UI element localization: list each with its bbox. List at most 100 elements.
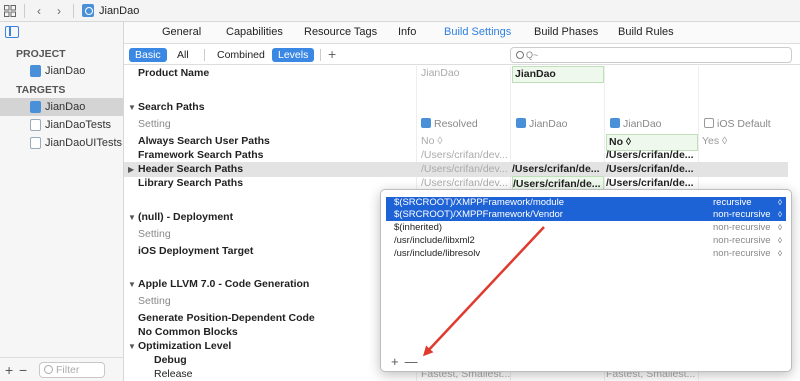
setting-column-header: Setting [138,228,171,240]
all-button[interactable]: All [171,48,195,62]
path-row[interactable]: /usr/include/libxml2 non-recursive ◊ [386,235,786,247]
target-value[interactable]: /Users/crifan/de... [512,162,604,177]
targets-header: TARGETS [16,84,66,96]
default-column-header: iOS Default [717,118,771,130]
popover-footer: + — [391,354,418,369]
divider [73,3,74,18]
tab-general[interactable]: General [162,26,201,38]
section-title: Search Paths [138,101,205,113]
section-title: Apple LLVM 7.0 - Code Generation [138,278,310,290]
add-path-button[interactable]: + [391,354,399,369]
stepper-icon[interactable]: ◊ [778,209,782,221]
project-header: PROJECT [16,48,66,60]
disclosure-triangle-icon[interactable]: ▼ [128,339,136,354]
recursion-mode[interactable]: non-recursive [713,222,771,234]
stepper-icon[interactable]: ◊ [778,197,782,209]
remove-target-button[interactable]: − [19,362,33,378]
stepper-icon[interactable]: ◊ [778,248,782,260]
sidebar-item-target-tests[interactable]: JianDaoTests [0,116,123,134]
project-file-icon [82,4,94,17]
setting-name: Header Search Paths [138,163,244,175]
sidebar-footer: + − Filter [0,357,123,381]
combined-button[interactable]: Combined [211,48,271,62]
sidebar-item-target-app[interactable]: JianDao [0,98,123,116]
default-icon [704,118,714,128]
settings-search-field[interactable]: Q~ [510,47,792,63]
project-value[interactable]: /Users/crifan/de... [606,162,698,177]
project-value[interactable]: /Users/crifan/de... [606,148,698,163]
remove-path-button[interactable]: — [405,354,418,369]
stepper-icon[interactable]: ◊ [778,222,782,234]
setting-name: iOS Deployment Target [138,245,254,257]
setting-row-framework-search[interactable]: Framework Search Paths /Users/crifan/dev… [124,148,788,163]
sidebar-item-target-uitests[interactable]: JianDaoUITests [0,134,123,152]
tab-build-phases[interactable]: Build Phases [534,26,598,38]
sidebar-item-label: JianDao [45,65,86,77]
setting-column-header: Setting [138,118,171,130]
setting-name: Debug [154,354,187,366]
filter-field[interactable]: Filter [39,361,105,378]
levels-button[interactable]: Levels [272,48,315,62]
target-value[interactable]: JianDao [512,66,604,83]
path-value[interactable]: /usr/include/libresolv [394,248,480,260]
setting-row-always-search[interactable]: Always Search User Paths No ◊ No ◊ Yes ◊ [124,134,788,151]
recursion-mode[interactable]: recursive [713,197,752,209]
app-icon [30,65,41,77]
section-title: (null) - Deployment [138,211,234,223]
resolved-value: /Users/crifan/dev... [421,149,508,161]
jump-bar-title[interactable]: JianDao [99,5,139,17]
setting-row-header-search[interactable]: ▶ Header Search Paths /Users/crifan/dev.… [124,162,788,177]
tab-resource-tags[interactable]: Resource Tags [304,26,377,38]
test-bundle-icon [30,119,41,131]
setting-name: Release [154,368,193,380]
resolved-value: No ◊ [421,135,443,147]
app-icon [30,101,41,113]
chevron-left-icon[interactable]: ‹ [29,1,49,21]
disclosure-triangle-icon[interactable]: ▶ [128,162,134,177]
recursion-mode[interactable]: non-recursive [713,248,771,260]
tab-build-rules[interactable]: Build Rules [618,26,674,38]
column-header-row: Setting Resolved JianDao JianDao iOS Def… [124,117,788,132]
chevron-right-icon[interactable]: › [49,1,69,21]
setting-name: Generate Position-Dependent Code [138,312,315,324]
section-search-paths[interactable]: ▼ Search Paths [124,100,788,115]
divider [320,49,321,61]
add-target-button[interactable]: + [5,362,19,378]
target-column-header: JianDao [529,118,568,130]
path-value[interactable]: $(SRCROOT)/XMPPFramework/module [394,197,564,209]
recursion-mode[interactable]: non-recursive [713,235,771,247]
resolved-value: JianDao [421,67,460,79]
disclosure-triangle-icon[interactable]: ▼ [128,277,136,292]
setting-name: Library Search Paths [138,177,244,189]
search-paths-editor-popover: $(SRCROOT)/XMPPFramework/module recursiv… [380,189,792,372]
path-value[interactable]: /usr/include/libxml2 [394,235,475,247]
tab-capabilities[interactable]: Capabilities [226,26,283,38]
setting-name: Product Name [138,67,210,79]
sidebar-item-project[interactable]: JianDao [0,62,123,80]
sidebar-toggle-icon[interactable] [5,26,19,38]
basic-button[interactable]: Basic [129,48,167,62]
path-value[interactable]: $(inherited) [394,222,442,234]
recursion-mode[interactable]: non-recursive [713,209,771,221]
setting-row-product-name[interactable]: Product Name JianDao JianDao [124,66,788,83]
disclosure-triangle-icon[interactable]: ▼ [128,100,136,115]
setting-column-header: Setting [138,295,171,307]
search-placeholder: Q~ [526,50,539,60]
resolved-icon [421,118,431,128]
tab-build-settings[interactable]: Build Settings [444,26,511,38]
grid-icon[interactable] [0,1,20,21]
path-row[interactable]: $(SRCROOT)/XMPPFramework/module recursiv… [386,197,786,209]
setting-name: No Common Blocks [138,326,238,338]
path-row[interactable]: $(SRCROOT)/XMPPFramework/Vendor non-recu… [386,209,786,221]
add-setting-button[interactable]: + [328,46,336,62]
path-row[interactable]: /usr/include/libresolv non-recursive ◊ [386,248,786,260]
path-row[interactable]: $(inherited) non-recursive ◊ [386,222,786,234]
filter-placeholder: Filter [56,363,80,376]
disclosure-triangle-icon[interactable]: ▼ [128,210,136,225]
stepper-icon[interactable]: ◊ [778,235,782,247]
path-value[interactable]: $(SRCROOT)/XMPPFramework/Vendor [394,209,563,221]
editor-tab-bar: General Capabilities Resource Tags Info … [124,22,800,44]
target-icon [516,118,526,128]
tab-info[interactable]: Info [398,26,416,38]
build-settings-filter-bar: Basic All Combined Levels + Q~ [124,45,800,65]
